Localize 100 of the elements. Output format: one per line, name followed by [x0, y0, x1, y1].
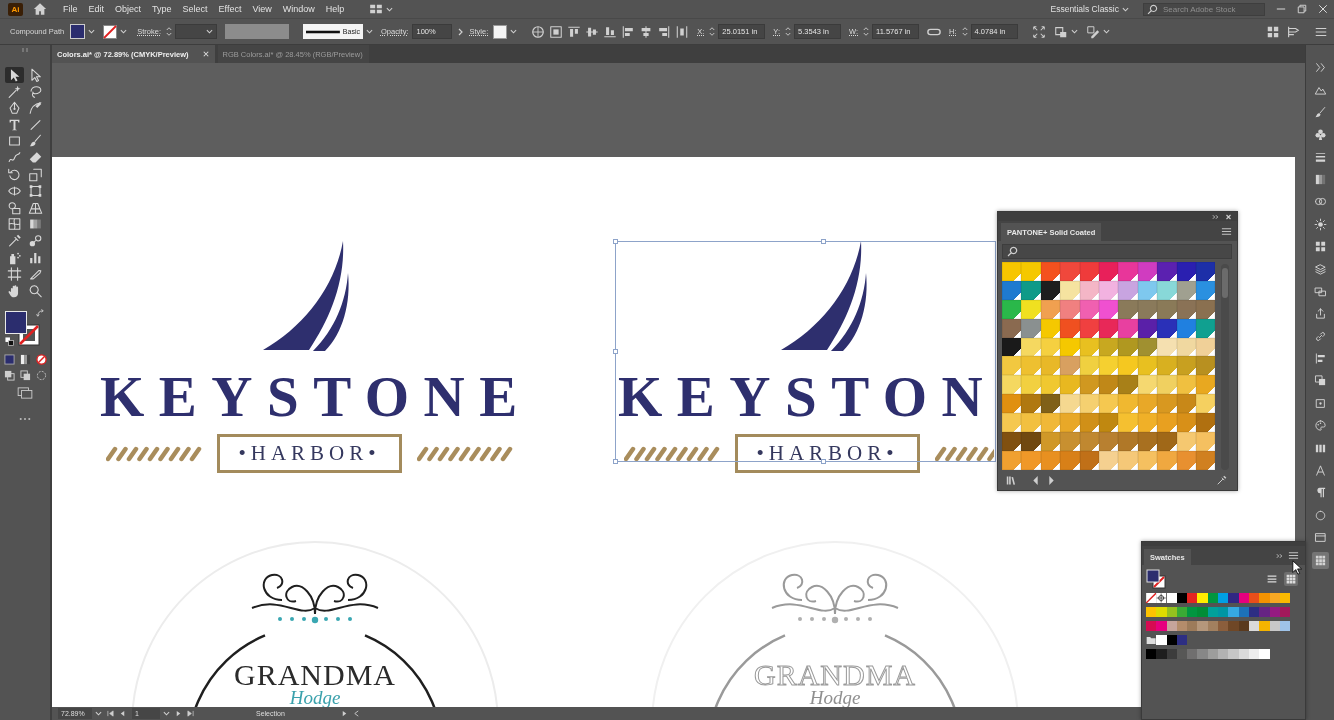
sun-icon[interactable]	[1311, 215, 1329, 233]
previous-arrow-icon[interactable]	[1030, 474, 1041, 486]
color-swatch[interactable]	[1279, 607, 1291, 617]
color-swatch[interactable]	[1079, 262, 1099, 281]
color-swatch[interactable]	[1002, 413, 1022, 432]
color-swatch[interactable]	[1146, 649, 1157, 659]
resize-handle[interactable]	[821, 239, 827, 244]
color-swatch[interactable]	[1157, 262, 1177, 281]
gradient-swatch-icon[interactable]	[19, 353, 31, 365]
curved-arrow-icon[interactable]	[36, 308, 45, 318]
grid-view-icon[interactable]	[1284, 572, 1298, 586]
color-swatch[interactable]	[1021, 394, 1041, 414]
small-squares-icon[interactable]	[5, 336, 14, 346]
caret-icon[interactable]	[1070, 29, 1078, 34]
double-chevron-icon[interactable]	[1276, 552, 1283, 559]
color-swatch[interactable]	[1238, 649, 1249, 659]
variable-width-field[interactable]	[224, 24, 289, 39]
align-bottom-icon[interactable]	[603, 24, 618, 39]
color-swatch[interactable]	[1176, 621, 1188, 631]
color-swatch[interactable]	[1207, 607, 1219, 617]
color-swatch[interactable]	[1207, 649, 1219, 659]
color-swatch[interactable]	[1040, 262, 1061, 281]
align-left-icon[interactable]	[621, 24, 636, 39]
caret-icon[interactable]	[510, 29, 518, 34]
color-swatch[interactable]	[1060, 413, 1080, 432]
stroke-none-swatch[interactable]	[103, 24, 118, 39]
first-page-icon[interactable]	[107, 710, 114, 717]
no-sign-icon[interactable]	[35, 353, 47, 365]
color-swatch[interactable]	[1137, 262, 1158, 281]
overlapping-squares-icon[interactable]	[1053, 24, 1068, 39]
color-swatch[interactable]	[1146, 621, 1157, 631]
flag-icon[interactable]	[1286, 24, 1300, 39]
menu-item[interactable]: Object	[115, 4, 142, 14]
screen-mode-icon[interactable]	[17, 386, 33, 399]
color-swatch[interactable]	[1197, 593, 1208, 603]
caret-icon[interactable]	[95, 711, 102, 716]
registration-swatch[interactable]	[1156, 593, 1167, 603]
none-swatch[interactable]	[1146, 593, 1157, 603]
nested-squares-icon[interactable]	[549, 24, 564, 39]
color-swatch[interactable]	[1157, 356, 1177, 376]
color-swatch[interactable]	[1079, 432, 1099, 451]
caret-icon[interactable]	[365, 29, 373, 34]
color-swatch[interactable]	[1166, 607, 1177, 617]
color-swatch[interactable]	[1157, 394, 1177, 414]
color-swatch[interactable]	[1040, 432, 1061, 451]
back-chevron-icon[interactable]	[352, 710, 360, 717]
swatches-icon[interactable]	[1311, 551, 1329, 569]
menu-item[interactable]: View	[252, 4, 272, 14]
home-icon[interactable]	[33, 2, 47, 16]
color-swatch[interactable]	[1118, 394, 1138, 414]
color-swatch[interactable]	[1269, 621, 1280, 631]
two-squares-icon[interactable]	[26, 166, 45, 183]
color-swatch[interactable]	[1002, 262, 1022, 281]
more-icon[interactable]	[19, 416, 31, 421]
restore-icon[interactable]	[1297, 4, 1307, 14]
caret-icon[interactable]	[1102, 29, 1110, 34]
color-swatch[interactable]	[1118, 375, 1138, 395]
style-swatch[interactable]	[493, 24, 508, 39]
resize-handle[interactable]	[613, 459, 618, 464]
color-swatch[interactable]	[1157, 413, 1177, 432]
color-swatch[interactable]	[1238, 607, 1249, 617]
books-icon[interactable]	[1006, 474, 1017, 486]
color-swatch[interactable]	[1187, 621, 1198, 631]
color-swatch[interactable]	[1021, 262, 1041, 281]
selection-bounding-box[interactable]	[615, 241, 996, 462]
align-top-icon[interactable]	[567, 24, 582, 39]
color-swatch[interactable]	[1021, 432, 1041, 451]
color-swatch[interactable]	[1118, 262, 1138, 281]
spinner-arrows-icon[interactable]	[165, 26, 172, 37]
color-swatch[interactable]	[1002, 394, 1022, 414]
color-swatch[interactable]	[1238, 621, 1249, 631]
play-arrow-icon[interactable]	[340, 710, 348, 717]
color-swatch[interactable]	[1060, 432, 1080, 451]
color-swatch[interactable]	[1002, 375, 1022, 395]
resize-handle[interactable]	[613, 348, 618, 354]
menu-item[interactable]: File	[63, 4, 78, 14]
color-swatch[interactable]	[1259, 649, 1270, 659]
color-swatch[interactable]	[1156, 621, 1167, 631]
double-chevron-icon[interactable]	[1212, 213, 1219, 220]
menu-item[interactable]: Help	[325, 4, 345, 14]
close-icon[interactable]	[1225, 213, 1232, 220]
color-swatch[interactable]	[1166, 593, 1177, 603]
color-swatch[interactable]	[1228, 593, 1239, 603]
color-swatch[interactable]	[1207, 593, 1219, 603]
resize-handle[interactable]	[613, 239, 618, 244]
folder-icon[interactable]	[1146, 635, 1157, 645]
color-swatch[interactable]	[1187, 607, 1198, 617]
color-swatch[interactable]	[1060, 375, 1080, 395]
previous-page-icon[interactable]	[119, 710, 126, 717]
color-swatch[interactable]	[1166, 649, 1177, 659]
hash-grid-icon[interactable]	[5, 266, 24, 283]
caret-icon[interactable]	[1122, 6, 1129, 12]
caret-icon[interactable]	[386, 6, 394, 12]
color-swatch[interactable]	[1176, 593, 1188, 603]
grid-layout-icon[interactable]	[369, 4, 384, 14]
close-icon[interactable]	[1318, 4, 1328, 14]
color-swatch[interactable]	[1156, 649, 1167, 659]
color-swatch[interactable]	[1279, 621, 1291, 631]
color-swatch[interactable]	[1166, 635, 1177, 645]
overlapping-squares-icon[interactable]	[3, 369, 15, 381]
